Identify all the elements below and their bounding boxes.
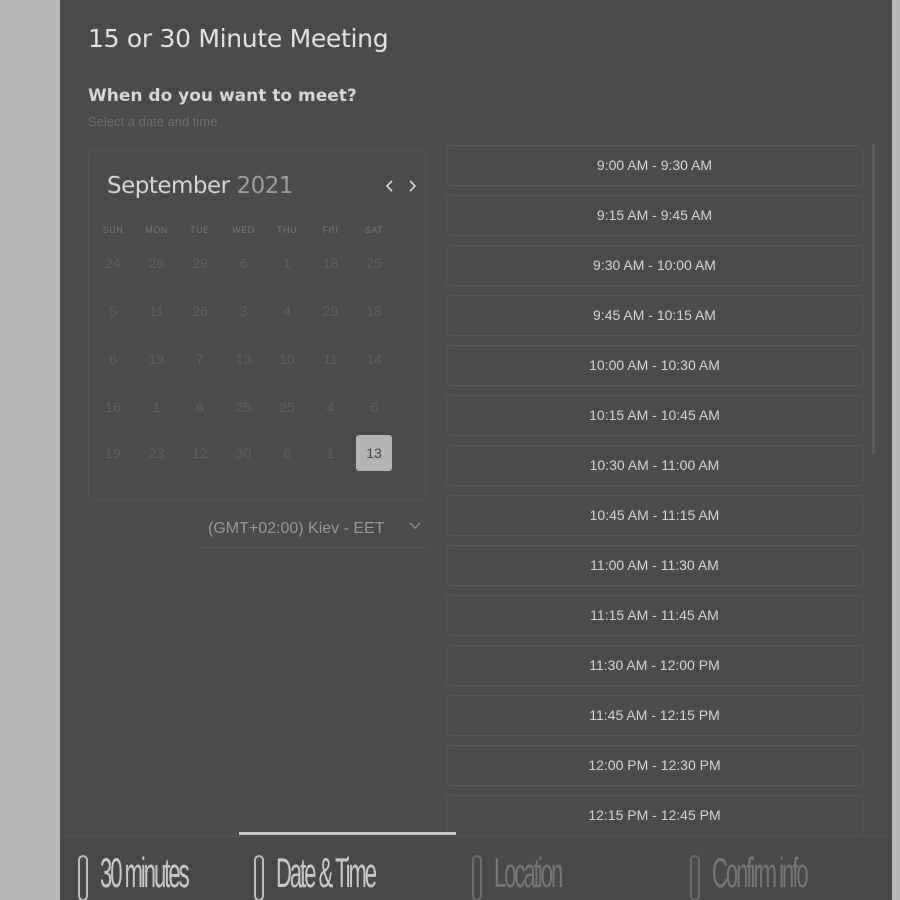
calendar-month: September bbox=[107, 173, 230, 199]
timezone-label: (GMT+02:00) Kiev - EET bbox=[208, 520, 385, 537]
time-slot-button[interactable]: 10:15 AM - 10:45 AM bbox=[446, 395, 863, 436]
calendar-month-year: September 2021 bbox=[107, 173, 293, 199]
timezone-select[interactable]: (GMT+02:00) Kiev - EET bbox=[198, 506, 428, 548]
date-picker: September 2021 SUN MON TUE WED THU FRI SAT 24 2… bbox=[88, 150, 426, 500]
step-progress-bar: 30 minutes Date & Time Location Confirm inf… bbox=[60, 832, 892, 900]
time-slot-button[interactable]: 11:00 AM - 11:30 AM bbox=[446, 545, 863, 586]
calendar-day: 12 bbox=[192, 445, 208, 461]
calendar-day: 18 bbox=[366, 303, 382, 319]
calendar-day: 6 bbox=[239, 255, 248, 271]
weekday-label: SAT bbox=[364, 225, 384, 235]
calendar-day: 30 bbox=[235, 445, 252, 461]
chevron-left-icon[interactable] bbox=[381, 177, 399, 195]
step-label: Location bbox=[494, 849, 563, 897]
page-title: 15 or 30 Minute Meeting bbox=[88, 24, 389, 53]
time-slot-button[interactable]: 12:00 PM - 12:30 PM bbox=[446, 745, 863, 786]
weekday-label: WED bbox=[232, 225, 255, 235]
time-slot-button[interactable]: 9:15 AM - 9:45 AM bbox=[446, 195, 863, 236]
time-slot-button[interactable]: 11:45 AM - 12:15 PM bbox=[446, 695, 863, 736]
weekday-label: TUE bbox=[190, 225, 210, 235]
time-slot-button[interactable]: 11:15 AM - 11:45 AM bbox=[446, 595, 863, 636]
calendar-day: 29 bbox=[192, 255, 208, 271]
weekday-label: SUN bbox=[102, 225, 124, 235]
time-slot-button[interactable]: 12:15 PM - 12:45 PM bbox=[446, 795, 863, 834]
calendar-day: 19 bbox=[148, 351, 165, 367]
calendar-day: 25 bbox=[279, 399, 295, 415]
weekday-label: FRI bbox=[322, 225, 339, 235]
chevron-right-icon[interactable] bbox=[403, 177, 421, 195]
time-slot-button[interactable]: 9:30 AM - 10:00 AM bbox=[446, 245, 863, 286]
time-slot-button[interactable]: 11:30 AM - 12:00 PM bbox=[446, 645, 863, 686]
calendar-day: 23 bbox=[148, 445, 165, 461]
calendar-day: 18 bbox=[322, 255, 339, 271]
calendar-day: 25 bbox=[366, 255, 382, 271]
section-hint: Select a date and time bbox=[88, 114, 218, 129]
calendar-day: 5 bbox=[109, 303, 117, 319]
time-slot-button[interactable]: 10:00 AM - 10:30 AM bbox=[446, 345, 863, 386]
calendar-day: 7 bbox=[196, 351, 204, 367]
time-slot-button[interactable]: 10:45 AM - 11:15 AM bbox=[446, 495, 863, 536]
calendar-day: 25 bbox=[235, 399, 252, 415]
calendar-day: 16 bbox=[105, 399, 121, 415]
time-slot-button[interactable]: 10:30 AM - 11:00 AM bbox=[446, 445, 863, 486]
weekday-label: MON bbox=[145, 225, 168, 235]
calendar-day-selected[interactable]: 13 bbox=[356, 435, 392, 471]
calendar-day: 3 bbox=[239, 303, 248, 319]
calendar-day: 24 bbox=[105, 255, 121, 271]
calendar-day: 4 bbox=[283, 303, 291, 319]
calendar-day: 6 bbox=[109, 351, 117, 367]
step-label: 30 minutes bbox=[100, 849, 190, 897]
weekday-label: THU bbox=[277, 225, 297, 235]
calendar-day: 13 bbox=[235, 351, 252, 367]
calendar-day: 26 bbox=[148, 255, 165, 271]
calendar-day: 6 bbox=[196, 399, 204, 415]
scheduling-panel: 15 or 30 Minute Meeting When do you want… bbox=[60, 0, 892, 900]
calendar-day: 26 bbox=[192, 303, 208, 319]
active-step-indicator bbox=[239, 832, 456, 835]
calendar-year: 2021 bbox=[236, 173, 293, 199]
calendar-day: 10 bbox=[279, 351, 295, 367]
time-slot-button[interactable]: 9:00 AM - 9:30 AM bbox=[446, 145, 863, 186]
time-slot-button[interactable]: 9:45 AM - 10:15 AM bbox=[446, 295, 863, 336]
clock-icon bbox=[78, 855, 88, 900]
time-slot-scrollbar[interactable] bbox=[872, 144, 875, 454]
location-pin-icon bbox=[472, 855, 482, 900]
calendar-day: 1 bbox=[152, 399, 161, 415]
calendar-day: 29 bbox=[322, 303, 339, 319]
chevron-down-icon bbox=[408, 518, 422, 532]
calendar-day: 14 bbox=[366, 351, 382, 367]
step-label: Confirm info bbox=[712, 849, 809, 897]
step-label: Date & Time bbox=[276, 849, 377, 897]
time-slot-list: 9:00 AM - 9:30 AM 9:15 AM - 9:45 AM 9:30 A… bbox=[446, 144, 863, 834]
calendar-day: 6 bbox=[370, 399, 378, 415]
check-icon bbox=[690, 855, 700, 900]
calendar-icon bbox=[254, 855, 264, 900]
calendar-day: 4 bbox=[326, 399, 335, 415]
calendar-day: 11 bbox=[149, 303, 164, 319]
calendar-day: 1 bbox=[326, 445, 335, 461]
calendar-day: 1 bbox=[283, 255, 291, 271]
calendar-day: 19 bbox=[105, 445, 121, 461]
calendar-day: 6 bbox=[283, 445, 291, 461]
section-heading: When do you want to meet? bbox=[88, 86, 357, 106]
calendar-day: 11 bbox=[323, 351, 338, 367]
